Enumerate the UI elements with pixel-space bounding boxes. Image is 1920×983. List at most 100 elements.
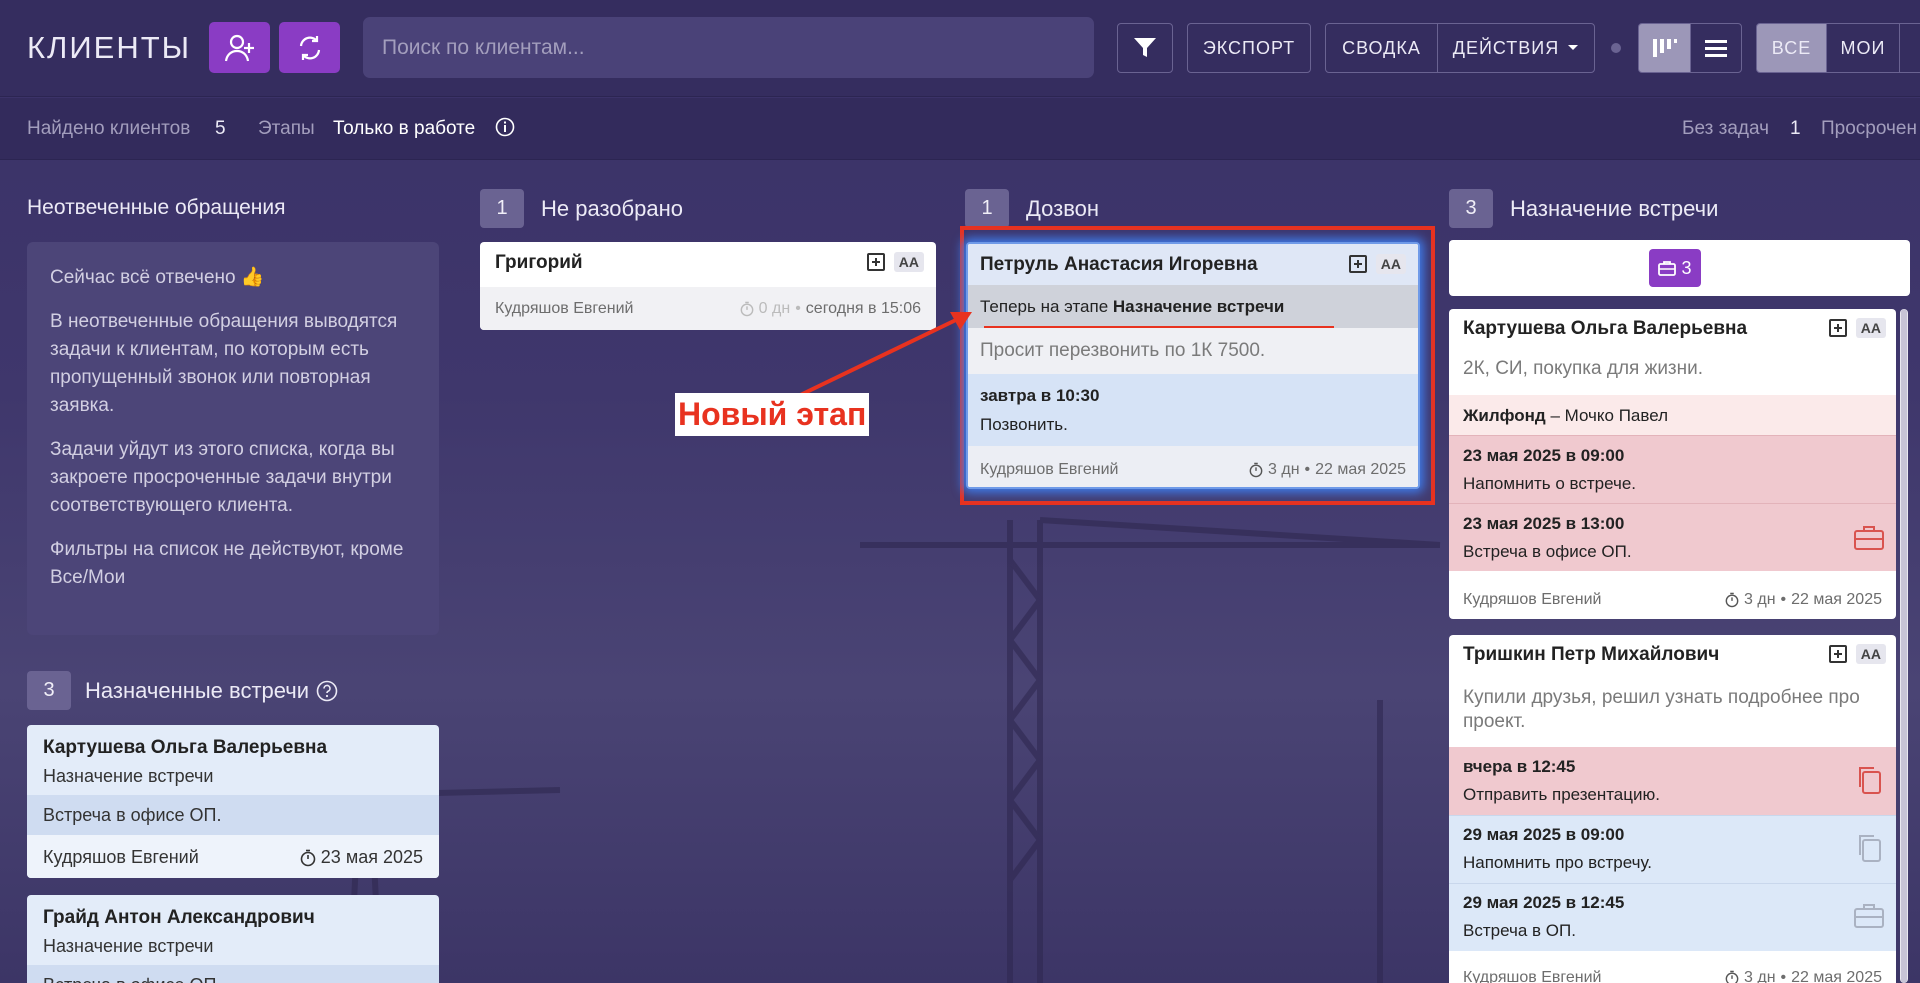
search-input[interactable]	[363, 17, 1094, 78]
text-size-icon[interactable]: AA	[1855, 318, 1886, 338]
annotation-label: Новый этап	[675, 393, 870, 436]
add-user-icon	[224, 34, 254, 61]
created-date: 22 мая 2025	[1315, 461, 1406, 478]
briefcase-icon	[1854, 904, 1884, 928]
column-title: Не разобрано	[541, 195, 683, 221]
task-text: Позвонить.	[980, 415, 1068, 434]
column-scrollbar-thumb[interactable]	[1901, 309, 1907, 983]
column-header-unsorted: 1 Не разобрано	[480, 189, 683, 228]
filter-icon	[1134, 38, 1156, 57]
days-in-stage: 3 дн	[1744, 591, 1776, 608]
unanswered-text-3: Задачи уйдут из этого списка, когда вы з…	[50, 439, 395, 516]
client-owner: Кудряшов Евгений	[495, 300, 634, 317]
client-name: Петруль Анастасия Игоревна	[980, 254, 1258, 275]
add-task-icon[interactable]	[1348, 255, 1367, 273]
page-title: КЛИЕНТЫ	[27, 30, 192, 65]
actions-dropdown[interactable]: ДЕЙСТВИЯ	[1437, 23, 1595, 73]
unanswered-title: Неотвеченные обращения	[27, 196, 286, 219]
stage-change-name: Назначение встречи	[1112, 297, 1285, 316]
task-text: Отправить презентацию.	[1463, 785, 1660, 804]
task-text: Встреча в ОП.	[1463, 921, 1576, 940]
timer-icon	[300, 849, 316, 866]
filter-more-button[interactable]	[1899, 23, 1920, 73]
column-title: Дозвон	[1026, 195, 1100, 221]
meeting-owner: Кудряшов Евгений	[43, 847, 199, 867]
client-name: Тришкин Петр Михайлович	[1463, 644, 1720, 665]
found-count: 5	[215, 118, 226, 139]
refresh-button[interactable]	[279, 22, 340, 73]
created-date: 22 мая 2025	[1791, 591, 1882, 608]
text-size-icon[interactable]: AA	[1375, 254, 1406, 274]
meetings-summary-bar: 3	[1449, 240, 1910, 296]
info-icon[interactable]	[495, 117, 515, 143]
stages-label: Этапы	[258, 118, 315, 139]
client-comment: Просит перезвонить по 1К 7500.	[980, 340, 1266, 361]
task-time: вчера в 12:45	[1463, 757, 1576, 776]
client-card-kartusheva[interactable]: Картушева Ольга Валерьевна AA 2К, СИ, по…	[1449, 309, 1896, 619]
task-time: завтра в 10:30	[980, 386, 1100, 405]
dot-separator: •	[1304, 461, 1311, 478]
actions-label: ДЕЙСТВИЯ	[1452, 37, 1560, 58]
unanswered-text-1: Сейчас всё отвечено 👍	[50, 267, 265, 288]
meetings-header: 3 Назначенные встречи	[27, 671, 338, 710]
meeting-card[interactable]: Грайд Антон Александрович Назначение вст…	[27, 895, 439, 983]
meetings-count-badge: 3	[27, 671, 71, 710]
column-count-badge: 1	[965, 189, 1009, 228]
text-size-icon[interactable]: AA	[1855, 644, 1886, 664]
client-card-petrul[interactable]: Петруль Анастасия Игоревна AA Теперь на …	[966, 242, 1420, 489]
add-task-icon[interactable]	[1828, 645, 1847, 663]
days-in-stage: 3 дн	[1268, 461, 1300, 478]
copy-icon	[1859, 835, 1881, 862]
list-icon	[1705, 40, 1727, 57]
unanswered-text-2: В неотвеченные обращения выводятся задач…	[50, 311, 398, 416]
briefcase-icon	[1658, 261, 1677, 276]
agency-name: Жилфонд	[1463, 406, 1546, 425]
client-card-trishkin[interactable]: Тришкин Петр Михайлович AA Купили друзья…	[1449, 635, 1896, 983]
meeting-stage: Назначение встречи	[43, 936, 214, 956]
column-scrollbar-track[interactable]	[1900, 309, 1908, 983]
export-button[interactable]: ЭКСПОРТ	[1187, 23, 1311, 73]
list-view-button[interactable]	[1690, 23, 1742, 73]
client-name: Картушева Ольга Валерьевна	[1463, 318, 1748, 339]
separator-dot	[1611, 43, 1621, 53]
meeting-client-name: Грайд Антон Александрович	[43, 907, 315, 928]
column-count-badge: 3	[1449, 189, 1493, 228]
filter-mine-button[interactable]: МОИ	[1826, 23, 1900, 73]
column-count-badge: 1	[480, 189, 524, 228]
found-label: Найдено клиентов	[27, 118, 191, 139]
filter-all-button[interactable]: ВСЕ	[1756, 23, 1827, 73]
add-task-icon[interactable]	[1828, 319, 1847, 337]
add-client-button[interactable]	[209, 22, 270, 73]
filter-button[interactable]	[1117, 23, 1173, 73]
kanban-view-button[interactable]	[1638, 23, 1691, 73]
task-text: Напомнить о встрече.	[1463, 474, 1637, 493]
client-comment: 2К, СИ, покупка для жизни.	[1463, 358, 1704, 379]
dot-separator: •	[1780, 591, 1787, 608]
overdue-label[interactable]: Просрочен	[1821, 118, 1917, 140]
meetings-count-chip[interactable]: 3	[1649, 249, 1701, 287]
meeting-card[interactable]: Картушева Ольга Валерьевна Назначение вс…	[27, 725, 439, 878]
timer-icon	[740, 301, 754, 317]
task-text: Напомнить про встречу.	[1463, 853, 1653, 872]
help-icon[interactable]	[316, 680, 338, 702]
task-time: 29 мая 2025 в 09:00	[1463, 825, 1625, 844]
timer-icon	[1725, 592, 1739, 608]
column-title: Назначение встречи	[1510, 195, 1719, 221]
top-bar: КЛИЕНТЫ ЭКСПОРТ СВОДКА ДЕЙСТВИЯ ВСЕ МОИ	[0, 0, 1920, 97]
timer-icon	[1725, 970, 1739, 983]
text-size-icon[interactable]: AA	[893, 252, 924, 272]
client-owner: Кудряшов Евгений	[980, 461, 1119, 478]
no-tasks-count: 1	[1790, 118, 1801, 139]
refresh-icon	[299, 35, 320, 60]
client-name: Григорий	[495, 252, 583, 273]
meeting-task: Встреча в офисе ОП.	[43, 975, 221, 983]
stages-filter[interactable]: Только в работе	[333, 118, 475, 140]
summary-button[interactable]: СВОДКА	[1325, 23, 1438, 73]
stage-change-prefix: Теперь на этапе	[980, 297, 1109, 316]
column-header-calling: 1 Дозвон	[965, 189, 1099, 228]
add-task-icon[interactable]	[866, 253, 885, 271]
meeting-date-block: 23 мая 2025	[300, 847, 423, 868]
stage-change-note: Теперь на этапе Назначение встречи	[980, 297, 1284, 317]
client-owner: Кудряшов Евгений	[1463, 591, 1602, 608]
task-time: 29 мая 2025 в 12:45	[1463, 893, 1625, 912]
